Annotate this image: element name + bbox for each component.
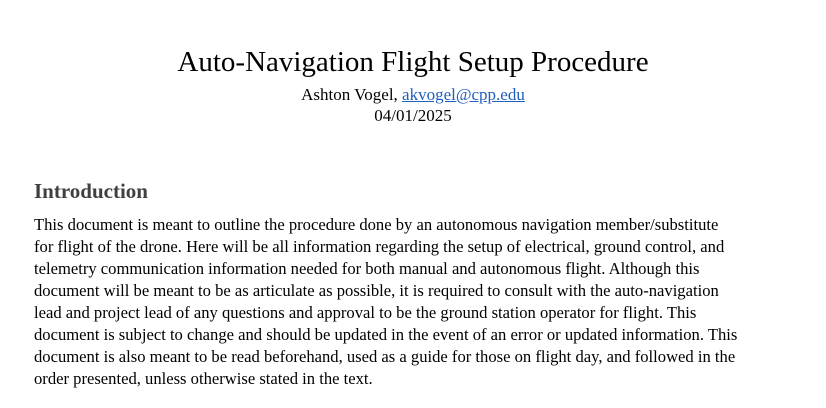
author-email-link[interactable]: akvogel@cpp.edu: [402, 85, 525, 104]
document-date: 04/01/2025: [374, 106, 452, 125]
paragraph-line: lead and project lead of any questions a…: [34, 303, 697, 322]
paragraph-line: telemetry communication information need…: [34, 259, 700, 278]
introduction-paragraph: This document is meant to outline the pr…: [34, 214, 804, 390]
paragraph-line: This document is meant to outline the pr…: [34, 215, 719, 234]
paragraph-line: document is subject to change and should…: [34, 325, 738, 344]
paragraph-line: document is also meant to be read before…: [34, 347, 736, 366]
paragraph-line: document will be meant to be as articula…: [34, 281, 719, 300]
section-heading-introduction: Introduction: [34, 179, 148, 203]
document-title: Auto-Navigation Flight Setup Procedure: [177, 46, 649, 78]
byline: Ashton Vogel, akvogel@cpp.edu: [0, 85, 826, 105]
author-name: Ashton Vogel,: [301, 85, 398, 104]
paragraph-line: for flight of the drone. Here will be al…: [34, 237, 725, 256]
paragraph-line: order presented, unless otherwise stated…: [34, 369, 373, 388]
